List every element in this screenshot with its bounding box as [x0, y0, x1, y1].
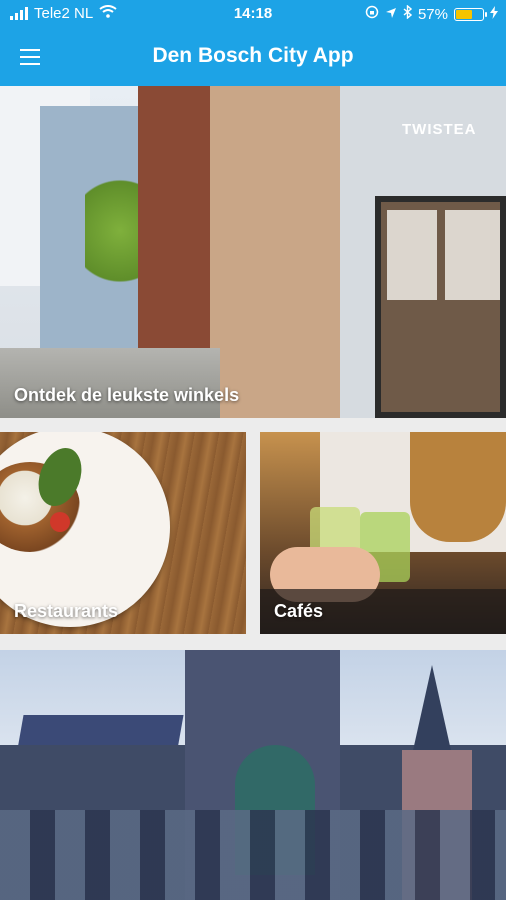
person-hair	[410, 432, 506, 542]
status-right: 57%	[365, 4, 498, 23]
bluetooth-icon	[403, 4, 413, 23]
cafes-tile-label: Cafés	[274, 601, 324, 621]
restaurants-tile-label: Restaurants	[14, 601, 119, 621]
app-bar: Den Bosch City App	[0, 28, 506, 86]
cathedral-arches	[0, 810, 506, 900]
battery-percent: 57%	[417, 5, 448, 23]
battery-icon	[454, 7, 487, 21]
shop-window	[445, 210, 500, 300]
cafes-tile[interactable]: Cafés	[260, 432, 506, 634]
shops-tile[interactable]: TWISTEA Ontdek de leukste winkels	[0, 86, 506, 418]
cathedral-tile[interactable]	[0, 650, 506, 900]
charging-icon	[490, 5, 498, 23]
shop-sign: TWISTEA	[402, 121, 477, 138]
status-bar: Tele2 NL 14:18 57%	[0, 0, 506, 28]
shops-building	[210, 86, 340, 418]
rotation-lock-icon	[365, 5, 379, 23]
shops-tile-label: Ontdek de leukste winkels	[14, 385, 240, 405]
cathedral-spire	[412, 665, 452, 755]
restaurants-tile[interactable]: Restaurants	[0, 432, 246, 634]
storefront	[375, 196, 506, 418]
shop-window	[387, 210, 437, 300]
shops-street	[0, 348, 220, 418]
app-title: Den Bosch City App	[152, 44, 354, 67]
location-icon	[385, 6, 397, 23]
tomato	[50, 512, 70, 532]
